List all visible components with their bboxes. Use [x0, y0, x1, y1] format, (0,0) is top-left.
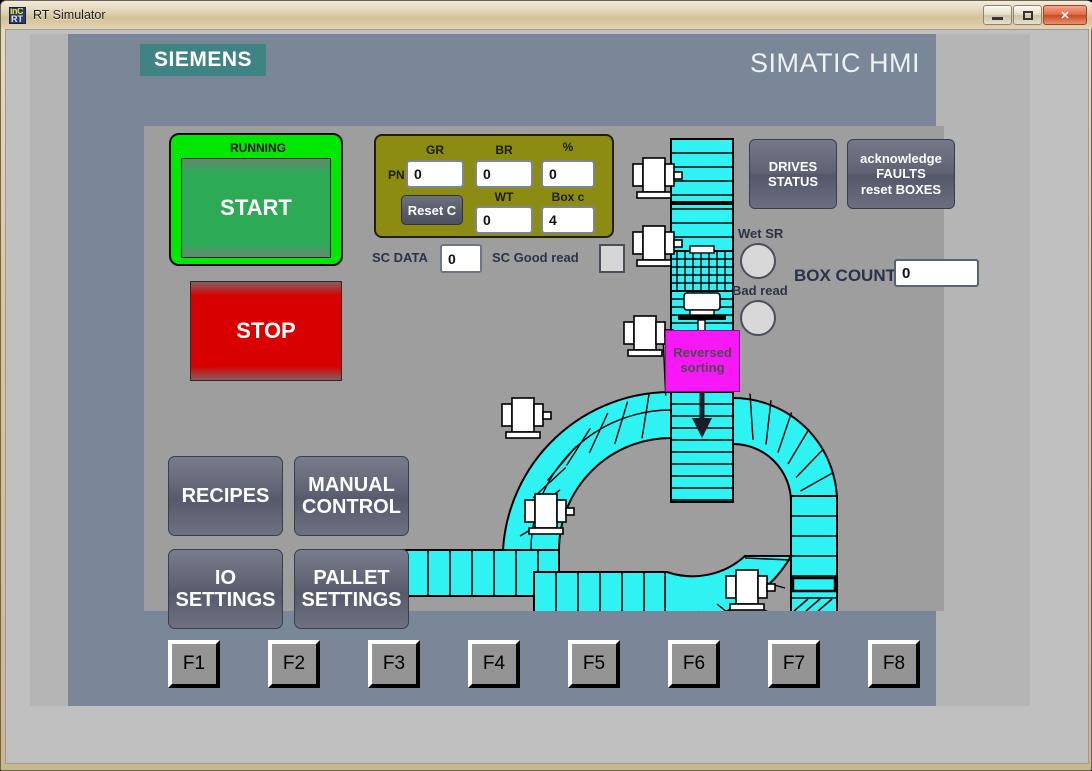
start-button[interactable]: START [181, 158, 331, 258]
pn-label: PN [388, 168, 405, 182]
main-content-panel: RUNNING START STOP PN GR 0 BR 0 % 0 WT 0… [144, 126, 979, 629]
ack-faults-line2: FAULTS [876, 166, 926, 182]
function-key-bar: F1 F2 F3 F4 F5 F6 F7 F8 [168, 640, 938, 695]
wincc-rt-icon [9, 6, 26, 24]
pallet-settings-button[interactable]: PALLET SETTINGS [294, 549, 409, 629]
close-button[interactable]: ✕ [1043, 5, 1087, 25]
production-data-panel: PN GR 0 BR 0 % 0 WT 0 Box c 4 Reset C [374, 134, 614, 238]
box-c-label: Box c [551, 190, 585, 204]
manual-control-line1: MANUAL [308, 474, 395, 496]
maximize-button[interactable] [1013, 5, 1042, 25]
manual-control-line2: CONTROL [302, 496, 401, 518]
io-settings-button[interactable]: IO SETTINGS [168, 549, 283, 629]
gr-label: GR [426, 143, 444, 157]
sc-data-label: SC DATA [372, 250, 428, 265]
reset-counter-button[interactable]: Reset C [401, 195, 463, 225]
window-controls: ✕ [983, 5, 1087, 25]
sc-data-field[interactable]: 0 [440, 244, 482, 273]
acknowledge-faults-button[interactable]: acknowledge FAULTS reset BOXES [847, 139, 955, 209]
ack-faults-line1: acknowledge [860, 151, 942, 166]
function-key-f2[interactable]: F2 [268, 640, 320, 688]
manual-control-button[interactable]: MANUAL CONTROL [294, 456, 409, 536]
function-key-f3[interactable]: F3 [368, 640, 420, 688]
drives-status-line1: DRIVES [768, 158, 818, 174]
window-client-area: SIEMENS SIMATIC HMI TOUCH [5, 29, 1089, 764]
siemens-logo: SIEMENS [140, 44, 266, 76]
motor-icon [725, 569, 776, 611]
box-count-label: BOX COUNT [794, 266, 896, 285]
function-key-f6[interactable]: F6 [668, 640, 720, 688]
sc-good-read-indicator [599, 244, 625, 273]
drives-status-line2: STATUS [767, 174, 819, 189]
reversed-sorting-line2: sorting [680, 360, 725, 375]
minimize-button[interactable] [983, 5, 1012, 25]
pallet-settings-line1: PALLET [313, 567, 390, 589]
wet-sr-label: Wet SR [738, 226, 784, 241]
box-count-field[interactable]: 0 [894, 259, 979, 287]
io-settings-line1: IO [214, 567, 237, 589]
bad-read-label: Bad read [732, 283, 788, 298]
hmi-runtime-screen: SIEMENS SIMATIC HMI TOUCH [30, 34, 1030, 706]
conveyor-scanner-section [670, 245, 734, 292]
io-settings-line2: SETTINGS [175, 589, 276, 611]
reversed-sorting-line1: Reversed [673, 345, 732, 361]
simatic-hmi-title: SIMATIC HMI [750, 47, 920, 78]
ack-faults-line3: reset BOXES [860, 181, 942, 197]
percent-field[interactable]: 0 [541, 160, 595, 188]
sc-good-read-label: SC Good read [492, 250, 579, 265]
percent-label: % [562, 140, 574, 154]
application-window: RT Simulator ✕ SIEMENS SIMATIC HMI TOUCH [0, 0, 1092, 771]
function-key-f4[interactable]: F4 [468, 640, 520, 688]
recipes-button[interactable]: RECIPES [168, 456, 283, 536]
function-key-f7[interactable]: F7 [768, 640, 820, 688]
function-key-f8[interactable]: F8 [868, 640, 920, 688]
gr-field[interactable]: 0 [406, 160, 464, 188]
screen-left-margin [30, 34, 68, 706]
br-label: BR [495, 143, 513, 157]
wet-sr-lamp [740, 243, 776, 279]
function-key-f1[interactable]: F1 [168, 640, 220, 688]
maximize-icon [1022, 10, 1033, 20]
scanner-data-row: SC DATA 0 SC Good read [372, 244, 632, 274]
function-key-f5[interactable]: F5 [568, 640, 620, 688]
recipes-label: RECIPES [181, 485, 270, 507]
wt-field[interactable]: 0 [475, 206, 533, 234]
stop-button[interactable]: STOP [190, 281, 342, 381]
pallet-settings-line2: SETTINGS [301, 589, 402, 611]
screen-right-margin [936, 34, 1030, 706]
conveyor-left-curve [383, 340, 672, 597]
motor-icon [501, 397, 552, 439]
siemens-logo-text: SIEMENS [153, 48, 253, 71]
br-field[interactable]: 0 [475, 160, 533, 188]
running-status-frame: RUNNING START [169, 133, 343, 266]
motor-icon [524, 493, 575, 535]
drives-status-button[interactable]: DRIVES STATUS [749, 139, 837, 209]
conveyor-diverter-outfeed [670, 388, 734, 503]
wt-label: WT [494, 190, 514, 204]
running-status-label: RUNNING [230, 141, 286, 155]
bad-read-lamp [740, 300, 776, 336]
window-title: RT Simulator [33, 8, 106, 22]
title-bar: RT Simulator ✕ [1, 1, 1092, 29]
minimize-icon [992, 16, 1003, 20]
box-c-field[interactable]: 4 [541, 206, 595, 234]
reversed-sorting-indicator[interactable]: Reversed sorting [665, 330, 740, 392]
